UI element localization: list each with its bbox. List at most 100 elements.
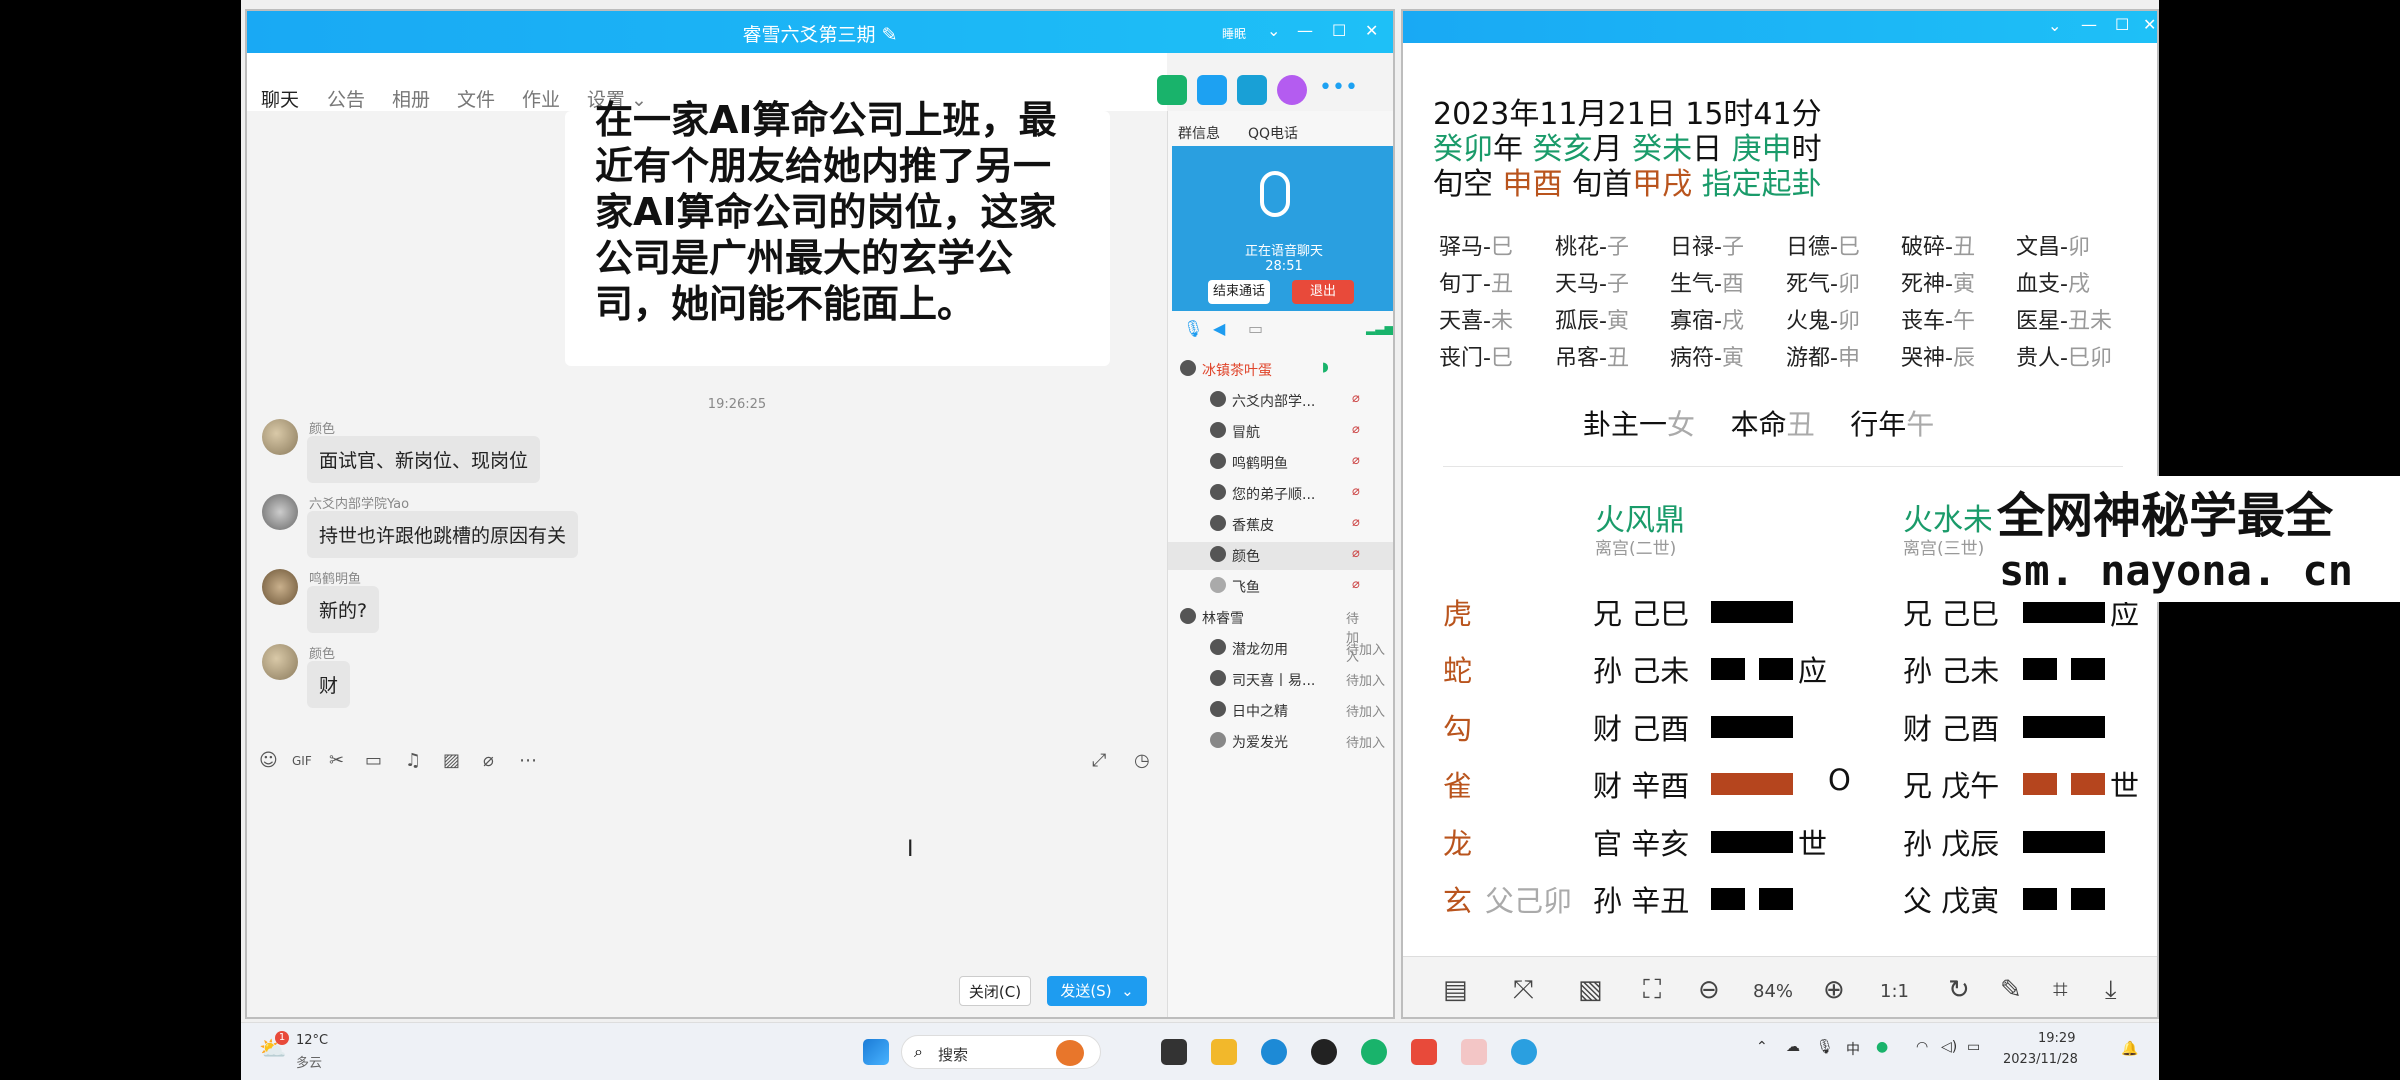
wps-icon[interactable]: [1411, 1039, 1437, 1065]
member-row[interactable]: 颜色 ⌀: [1168, 542, 1393, 570]
edge-icon[interactable]: [1261, 1039, 1287, 1065]
phone-call-icon[interactable]: [1157, 75, 1187, 105]
qq-icon[interactable]: [1311, 1039, 1337, 1065]
more-icon[interactable]: •••: [1319, 75, 1358, 100]
end-call-button[interactable]: 结束通话: [1208, 280, 1270, 304]
ocr-icon[interactable]: ▧: [1578, 975, 1603, 1005]
scissors-icon[interactable]: ✂: [329, 750, 344, 771]
exit-call-button[interactable]: 退出: [1292, 280, 1354, 304]
minimize-button[interactable]: —: [1297, 21, 1313, 40]
add-app-icon[interactable]: [1277, 75, 1307, 105]
fullscreen-icon[interactable]: ⛶: [1643, 975, 1661, 1006]
expand-icon[interactable]: ⤢: [1092, 750, 1106, 771]
yao-line: 财 己酉: [1903, 712, 2000, 746]
tab-homework[interactable]: 作业: [522, 85, 560, 112]
zoom-in-icon[interactable]: ⊕: [1823, 975, 1845, 1005]
minimize-button[interactable]: —: [2081, 15, 2097, 34]
member-row[interactable]: 冒航 ⌀: [1198, 418, 1393, 446]
maximize-button[interactable]: ☐: [2115, 15, 2129, 34]
wifi-icon[interactable]: ◠: [1916, 1039, 1928, 1055]
highlight-icon: [1056, 1040, 1084, 1066]
emoji-icon[interactable]: ☺: [259, 750, 278, 771]
recorder-icon[interactable]: [1461, 1039, 1487, 1065]
camera-icon[interactable]: ▭: [1248, 319, 1263, 338]
gif-icon[interactable]: GIF: [292, 754, 312, 768]
tab-files[interactable]: 文件: [457, 85, 495, 112]
member-row[interactable]: 林睿雪 待加入: [1168, 604, 1368, 665]
mic-icon[interactable]: 🎙: [1183, 319, 1203, 338]
sender-nick: 颜色: [309, 422, 336, 437]
tab-qq-call[interactable]: QQ电话: [1248, 123, 1298, 143]
image-icon[interactable]: ▨: [443, 750, 460, 771]
tray-chevron-icon[interactable]: ⌃: [1756, 1039, 1768, 1055]
close-button[interactable]: ✕: [1365, 21, 1378, 40]
send-button[interactable]: 发送(S) ⌄: [1047, 976, 1147, 1006]
cloud-icon[interactable]: ☁: [1786, 1039, 1800, 1055]
actual-size-icon[interactable]: 1:1: [1880, 981, 1909, 1002]
member-row[interactable]: 鸣鹤明鱼 ⌀: [1198, 449, 1393, 477]
viewer-app-icon[interactable]: [1511, 1039, 1537, 1065]
member-row[interactable]: 日中之精 待加入: [1198, 697, 1393, 725]
clock-time[interactable]: 19:29: [2038, 1031, 2075, 1046]
member-row[interactable]: 您的弟子顺... ⌀: [1198, 480, 1393, 508]
maximize-button[interactable]: ☐: [1332, 21, 1346, 40]
member-row[interactable]: 为爱发光 待加入: [1198, 728, 1393, 756]
folder-icon[interactable]: ▭: [365, 750, 382, 771]
fit-icon[interactable]: ⤧: [1513, 975, 1534, 1006]
start-icon[interactable]: [863, 1039, 889, 1065]
avatar[interactable]: [262, 644, 298, 680]
ime-icon[interactable]: 中: [1846, 1039, 1860, 1059]
tab-album[interactable]: 相册: [392, 85, 430, 112]
chevron-down-icon[interactable]: ⌄: [1267, 21, 1280, 40]
sender-nick: 鸣鹤明鱼: [309, 572, 362, 587]
clock-icon[interactable]: ◷: [1134, 750, 1150, 771]
taskview-icon[interactable]: [1161, 1039, 1187, 1065]
notification-icon[interactable]: 🔔: [2121, 1041, 2138, 1057]
wechat-icon[interactable]: [1361, 1039, 1387, 1065]
search-box[interactable]: ⌕ 搜索: [901, 1035, 1101, 1069]
layout-icon[interactable]: ▤: [1443, 975, 1468, 1005]
tab-announcement[interactable]: 公告: [327, 85, 365, 112]
search-icon: ⌕: [914, 1042, 923, 1061]
mute-mic-icon[interactable]: ⌀: [483, 750, 494, 771]
yao-line: 财 辛酉: [1593, 769, 1690, 803]
screen-share-icon[interactable]: [1237, 75, 1267, 105]
message-list[interactable]: 在一家AI算命公司上班，最近有个朋友给她内推了另一家AI算命公司的岗位，这家公司…: [247, 98, 1167, 736]
weather-desc: 多云: [296, 1056, 323, 1071]
download-icon[interactable]: ⤓: [2105, 975, 2117, 1006]
temperature: 12°C: [296, 1033, 329, 1048]
video-call-icon[interactable]: [1197, 75, 1227, 105]
crop-icon[interactable]: ⌗: [2053, 975, 2068, 1006]
six-god: 虎: [1443, 597, 1473, 631]
rotate-icon[interactable]: ↻: [1948, 975, 1970, 1005]
member-row[interactable]: 潜龙勿用 待加入: [1198, 635, 1393, 663]
speaker-icon[interactable]: ◀: [1213, 319, 1225, 338]
member-row[interactable]: 飞鱼 ⌀: [1198, 573, 1393, 601]
music-icon[interactable]: ♫: [405, 750, 421, 771]
message-input[interactable]: I 关闭(C) 发送(S) ⌄: [247, 781, 1167, 1017]
avatar[interactable]: [262, 569, 298, 605]
clock-date[interactable]: 2023/11/28: [2003, 1052, 2078, 1067]
edit-icon[interactable]: ✎: [2000, 975, 2022, 1005]
close-button[interactable]: ✕: [2143, 15, 2156, 34]
member-row[interactable]: 冰镇茶叶蛋 ◗: [1168, 356, 1368, 384]
tab-group-info[interactable]: 群信息: [1178, 123, 1220, 143]
chevron-down-icon[interactable]: ⌄: [2048, 16, 2061, 35]
member-row[interactable]: 香蕉皮 ⌀: [1198, 511, 1393, 539]
input-toolbar: ☺ GIF ✂ ▭ ♫ ▨ ⌀ ⋯ ⤢ ◷: [247, 736, 1167, 786]
avatar[interactable]: [262, 419, 298, 455]
file-explorer-icon[interactable]: [1211, 1039, 1237, 1065]
avatar[interactable]: [262, 494, 298, 530]
zoom-out-icon[interactable]: ⊖: [1698, 975, 1720, 1005]
member-row[interactable]: 六爻内部学... ⌀: [1198, 387, 1393, 415]
muted-mic-icon: ⌀: [1352, 453, 1360, 468]
volume-icon[interactable]: ◁): [1941, 1039, 1957, 1055]
close-chat-button[interactable]: 关闭(C): [959, 976, 1031, 1006]
mic-tray-icon[interactable]: 🎙: [1816, 1039, 1834, 1055]
wechat-tray-icon[interactable]: ●: [1876, 1039, 1888, 1055]
more-tools-icon[interactable]: ⋯: [519, 750, 537, 771]
battery-icon[interactable]: ▭: [1967, 1039, 1980, 1055]
edit-icon[interactable]: ✎: [882, 24, 898, 46]
member-row[interactable]: 司天喜丨易... 待加入: [1198, 666, 1393, 694]
main-gua-name: 火风鼎: [1595, 503, 1685, 538]
